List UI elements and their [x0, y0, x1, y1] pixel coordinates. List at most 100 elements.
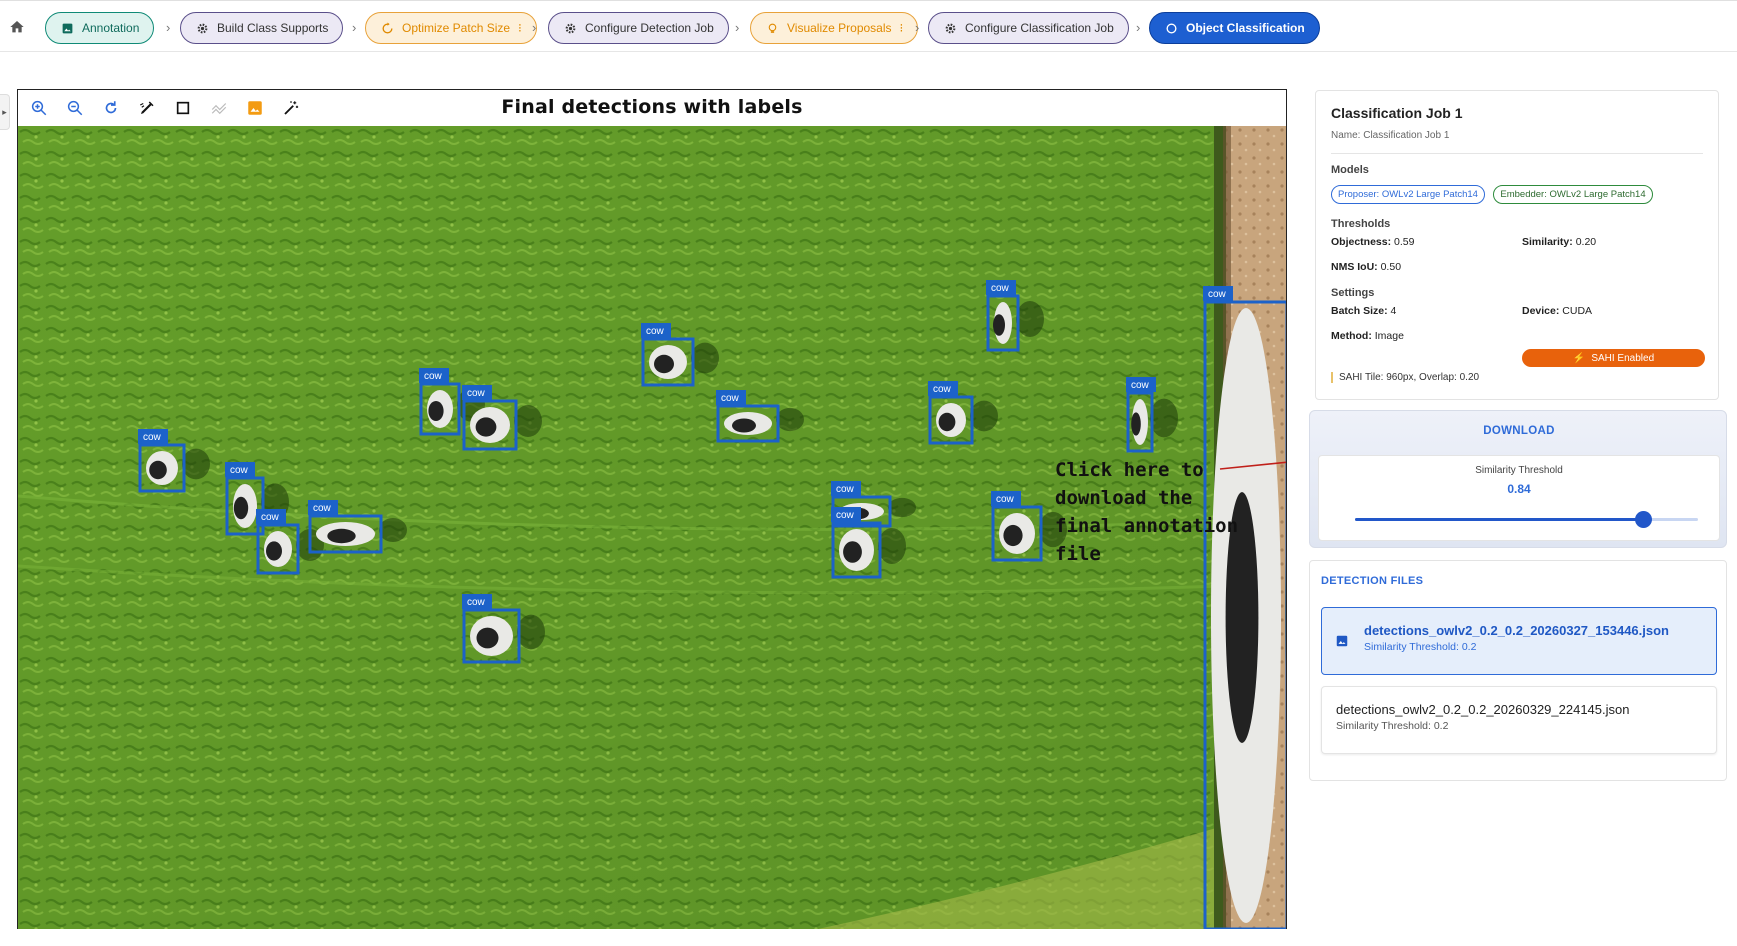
sahi-badge-label: SAHI Enabled [1591, 352, 1655, 364]
home-button[interactable] [4, 14, 30, 40]
step-label: Build Class Supports [217, 21, 329, 35]
gear-icon [195, 21, 209, 35]
settings-heading: Settings [1331, 287, 1375, 299]
cow-shadow [379, 518, 407, 542]
classification-job-card: Classification Job 1 Name: Classificatio… [1315, 90, 1719, 400]
label-text: cow [836, 484, 855, 495]
gear-icon [563, 21, 577, 35]
step-label: Optimize Patch Size [402, 21, 511, 35]
chevron-right-icon: › [352, 20, 357, 35]
label-text: cow [721, 393, 740, 404]
chevron-right-icon: › [915, 20, 920, 35]
download-button[interactable]: DOWNLOAD [1310, 425, 1728, 437]
aerial-field-image[interactable]: cow cow cow cow cow cow cow cow cow cow cow cow cow c… [18, 126, 1286, 929]
sync-icon [380, 21, 394, 35]
sahi-badge: ⚡ SAHI Enabled [1522, 349, 1705, 367]
file-item[interactable]: detections_owlv2_0.2_0.2_20260329_224145… [1321, 686, 1717, 754]
step-configure-detection-job[interactable]: Configure Detection Job [548, 12, 729, 44]
step-configure-classification-job[interactable]: Configure Classification Job [928, 12, 1129, 44]
slider-fill [1355, 518, 1644, 521]
step-label: Annotation [82, 21, 140, 35]
cow-spot [938, 412, 956, 432]
label-text: cow [313, 503, 332, 514]
device-value: Device: CUDA [1522, 305, 1593, 317]
step-optimize-patch-size[interactable]: Optimize Patch Size ⁝ [365, 12, 537, 44]
step-annotation[interactable]: Annotation [45, 12, 155, 44]
sidebar-toggle[interactable]: ▸ [0, 94, 10, 130]
more-icon: ⁝ [899, 21, 904, 35]
step-label: Configure Detection Job [585, 21, 714, 35]
chevron-right-icon: › [532, 20, 537, 35]
files-heading: DETECTION FILES [1321, 575, 1424, 587]
cow-shadow [691, 342, 719, 374]
label-text: cow [996, 494, 1015, 505]
file-name: detections_owlv2_0.2_0.2_20260329_224145… [1336, 702, 1630, 717]
label-text: cow [230, 465, 249, 476]
thresholds-heading: Thresholds [1331, 218, 1391, 230]
slider-thumb[interactable] [1635, 511, 1653, 528]
proposer-chip: Proposer: OWLv2 Large Patch14 [1331, 185, 1485, 204]
cow-shadow [182, 448, 210, 480]
chevron-right-icon: › [1136, 20, 1141, 35]
label-text: cow [991, 283, 1010, 294]
cow-spot [654, 354, 674, 374]
job-name: Name: Classification Job 1 [1331, 130, 1450, 141]
step-build-class-supports[interactable]: Build Class Supports [180, 12, 344, 44]
step-visualize-proposals[interactable]: Visualize Proposals ⁝ [750, 12, 919, 44]
label-text: cow [933, 384, 952, 395]
label-text: cow [467, 388, 486, 399]
embedder-chip: Embedder: OWLv2 Large Patch14 [1493, 185, 1653, 204]
cow-spot [476, 627, 499, 649]
detections-canvas: cow cow cow cow cow cow cow cow cow cow cow cow cow c… [18, 126, 1286, 929]
cow-spot [266, 541, 282, 561]
cow-shadow [1150, 398, 1178, 438]
cow-spot [1003, 524, 1023, 547]
file-threshold: Similarity Threshold: 0.2 [1364, 641, 1477, 653]
file-item[interactable]: detections_owlv2_0.2_0.2_20260327_153446… [1321, 607, 1717, 675]
label-text: cow [467, 597, 486, 608]
workflow-bar: Annotation › Build Class Supports › Opti… [0, 0, 1737, 52]
callout-line: final annotation [1055, 515, 1238, 537]
chevron-right-icon: › [735, 20, 740, 35]
cow-shadow [514, 405, 542, 437]
more-icon: ⁝ [518, 21, 522, 35]
batch-size-value: Batch Size: 4 [1331, 305, 1397, 317]
cow-spot [428, 401, 444, 421]
slider-label: Similarity Threshold [1475, 465, 1563, 476]
step-label: Visualize Proposals [787, 21, 892, 35]
job-title: Classification Job 1 [1331, 105, 1463, 121]
step-label: Object Classification [1186, 21, 1305, 35]
label-text: cow [646, 326, 665, 337]
circle-icon [1164, 21, 1178, 35]
cow-spot [1131, 412, 1141, 436]
label-text: cow [424, 371, 443, 382]
image-icon [1335, 634, 1349, 653]
cow-shadow [517, 614, 545, 650]
cow-shadow [970, 400, 998, 432]
label-text: cow [261, 512, 280, 523]
cow-spot [732, 418, 756, 433]
label-text: cow [1208, 289, 1227, 300]
step-object-classification[interactable]: Object Classification [1149, 12, 1320, 44]
step-label: Configure Classification Job [965, 21, 1114, 35]
download-panel: DOWNLOAD Similarity Threshold 0.84 [1309, 410, 1727, 548]
similarity-slider[interactable] [1355, 511, 1698, 528]
detection-files-panel: DETECTION FILES detections_owlv2_0.2_0.2… [1309, 560, 1727, 781]
image-icon [60, 21, 74, 35]
file-threshold: Similarity Threshold: 0.2 [1336, 720, 1449, 732]
chevron-right-icon: › [166, 20, 171, 35]
cow-spot [149, 460, 167, 480]
file-name: detections_owlv2_0.2_0.2_20260327_153446… [1364, 623, 1669, 638]
label-text: cow [1131, 380, 1150, 391]
slider-value: 0.84 [1507, 482, 1531, 496]
bulb-icon [765, 21, 779, 35]
cow-spot [233, 496, 249, 520]
divider [1331, 153, 1703, 154]
top-divider [0, 0, 1737, 4]
nms-value: NMS IoU: 0.50 [1331, 261, 1402, 273]
label-text: cow [143, 432, 162, 443]
models-heading: Models [1331, 164, 1369, 176]
cow-shadow [888, 497, 916, 518]
method-value: Method: Image [1331, 330, 1404, 342]
cow-shadow [878, 528, 906, 564]
